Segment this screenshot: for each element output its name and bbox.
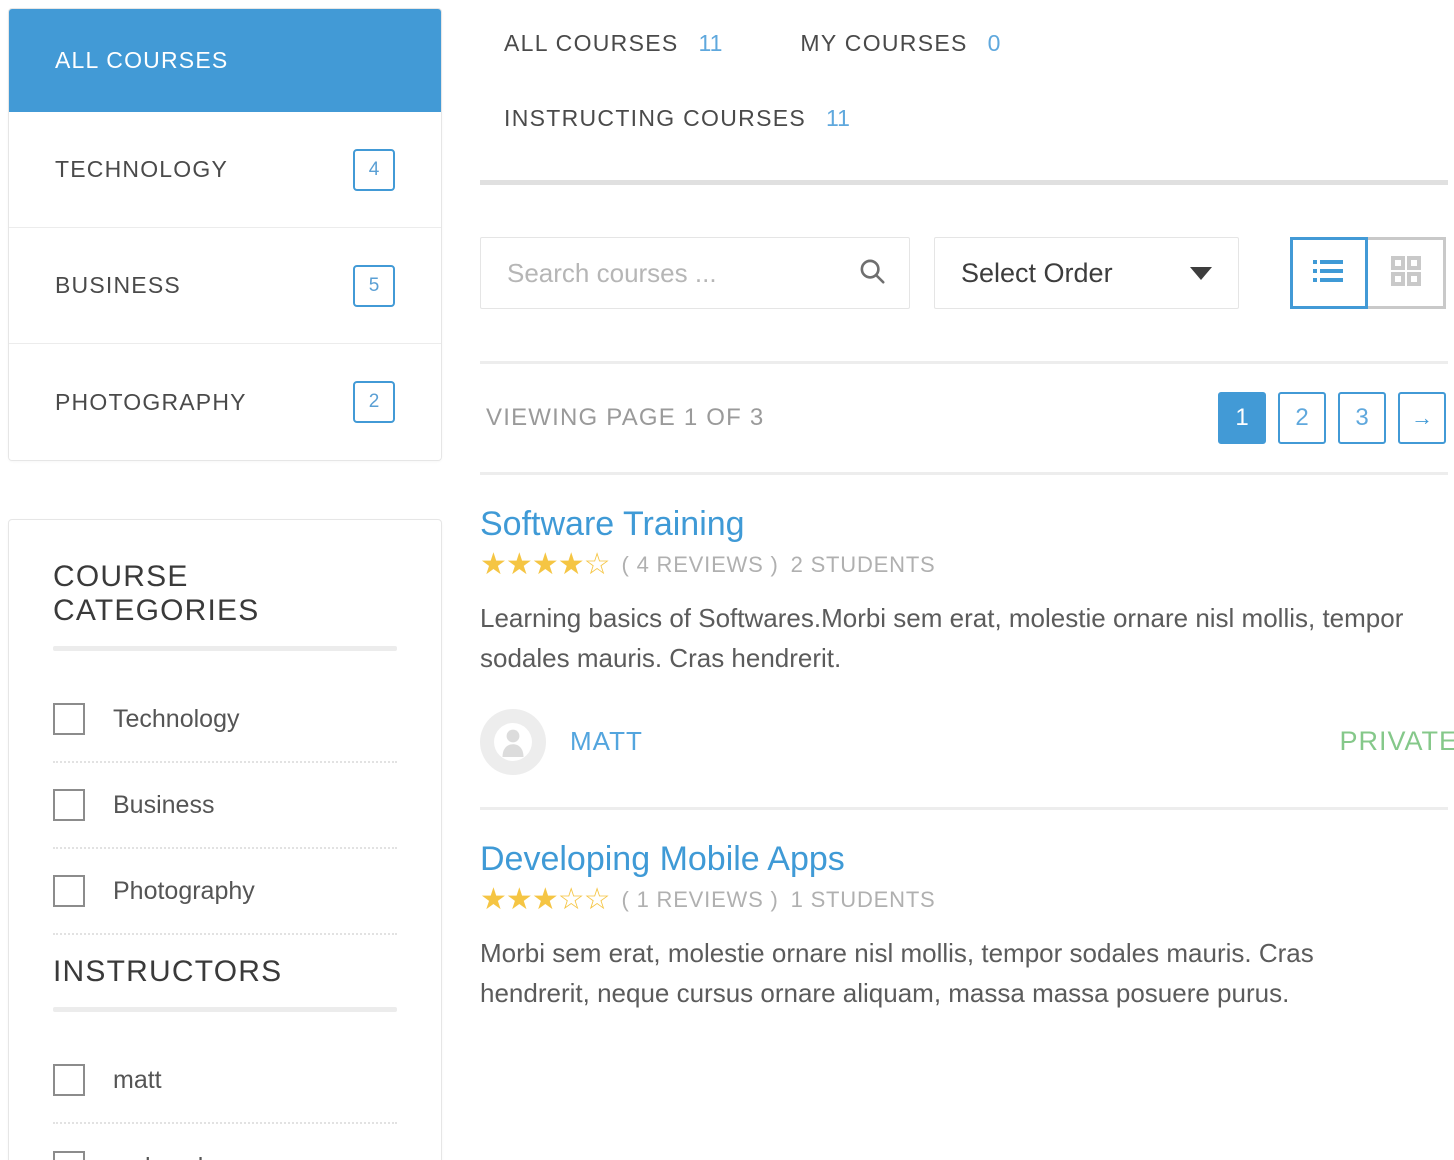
tab-my-courses[interactable]: MY COURSES 0	[800, 30, 1000, 57]
tab-row-primary: ALL COURSES 11 MY COURSES 0	[504, 30, 1454, 57]
star-empty-icon: ☆	[557, 882, 585, 916]
tab-count: 11	[826, 105, 850, 131]
order-select-value: Select Order	[961, 257, 1113, 288]
course-author-link[interactable]: MATT	[570, 726, 643, 757]
star-filled-icon: ★	[505, 548, 533, 581]
category-filter-photography[interactable]: Photography	[53, 849, 397, 935]
course-nav-card: ALL COURSES TECHNOLOGY 4 BUSINESS 5 PHOT…	[8, 8, 442, 461]
sidebar-item-all-courses[interactable]: ALL COURSES	[9, 9, 441, 112]
star-empty-icon: ☆	[583, 882, 611, 916]
sidebar-item-count: 2	[353, 381, 395, 423]
sidebar-item-label: PHOTOGRAPHY	[55, 388, 247, 415]
checkbox-icon[interactable]	[53, 1064, 85, 1096]
checkbox-icon[interactable]	[53, 1151, 85, 1160]
star-filled-icon: ★	[480, 882, 507, 916]
tab-all-courses[interactable]: ALL COURSES 11	[504, 30, 722, 57]
tab-label: MY COURSES	[800, 30, 968, 56]
instructor-filter-label: wplms_leon	[113, 1153, 245, 1160]
sidebar-item-technology[interactable]: TECHNOLOGY 4	[9, 112, 441, 228]
main-content: ALL COURSES 11 MY COURSES 0 INSTRUCTING …	[450, 0, 1454, 1160]
sidebar-item-business[interactable]: BUSINESS 5	[9, 228, 441, 344]
checkbox-icon[interactable]	[53, 703, 85, 735]
students-count: 1 STUDENTS	[790, 886, 936, 912]
status-badge: PRIVATE	[1339, 726, 1454, 757]
rating-stars: ★ ★ ★ ☆ ☆	[480, 882, 611, 916]
course-description: Morbi sem erat, molestie ornare nisl mol…	[480, 937, 1314, 1008]
sidebar: ALL COURSES TECHNOLOGY 4 BUSINESS 5 PHOT…	[0, 0, 450, 1160]
sidebar-item-label: ALL COURSES	[55, 47, 229, 73]
order-select[interactable]: Select Order	[934, 237, 1239, 309]
tab-count: 0	[987, 30, 1001, 56]
tab-row-secondary: INSTRUCTING COURSES 11	[504, 105, 1454, 132]
pager-page-3[interactable]: 3	[1338, 392, 1386, 444]
star-filled-icon: ★	[557, 548, 585, 581]
category-filter-business[interactable]: Business	[53, 763, 397, 849]
course-categories-title: COURSE CATEGORIES	[53, 560, 260, 627]
chevron-down-icon[interactable]	[1190, 266, 1212, 280]
reviews-count: ( 4 REVIEWS )	[621, 552, 779, 577]
instructor-filter-matt[interactable]: matt	[53, 1038, 397, 1124]
search-icon[interactable]	[857, 256, 887, 291]
title-divider	[53, 646, 397, 651]
title-divider	[53, 1007, 397, 1012]
search-input[interactable]	[507, 257, 857, 289]
sidebar-item-photography[interactable]: PHOTOGRAPHY 2	[9, 344, 441, 460]
tab-label: INSTRUCTING COURSES	[504, 105, 806, 131]
course-title-link[interactable]: Developing Mobile Apps	[480, 840, 845, 879]
courses-page: ALL COURSES TECHNOLOGY 4 BUSINESS 5 PHOT…	[0, 0, 1454, 1160]
list-view-button[interactable]	[1290, 237, 1368, 309]
pager-page-1[interactable]: 1	[1218, 392, 1266, 444]
tab-label: ALL COURSES	[504, 30, 679, 56]
course-meta: ★ ★ ★ ★ ☆ ( 4 REVIEWS ) 2 STUDENTS	[480, 550, 1446, 580]
checkbox-icon[interactable]	[53, 875, 85, 907]
sidebar-item-count: 4	[353, 148, 395, 191]
tab-count: 11	[698, 30, 723, 56]
students-count: 2 STUDENTS	[790, 552, 936, 577]
course-meta: ★ ★ ★ ☆ ☆ ( 1 REVIEWS ) 1 STUDENTS	[480, 882, 1446, 916]
tab-instructing-courses[interactable]: INSTRUCTING COURSES 11	[504, 105, 850, 132]
course-item: Software Training ★ ★ ★ ★ ☆ ( 4 REVIEWS …	[464, 475, 1454, 807]
grid-view-icon	[1389, 254, 1423, 293]
star-empty-icon: ☆	[583, 548, 611, 581]
pager-next-button[interactable]: →	[1398, 392, 1446, 444]
pager: 1 2 3 →	[1218, 392, 1446, 444]
pagination-row: VIEWING PAGE 1 OF 3 1 2 3 →	[464, 364, 1454, 472]
sidebar-item-label: BUSINESS	[55, 272, 181, 298]
checkbox-icon[interactable]	[53, 789, 85, 821]
category-filter-technology[interactable]: Technology	[53, 677, 397, 763]
page-info: VIEWING PAGE 1 OF 3	[486, 404, 765, 431]
sidebar-item-count: 5	[353, 264, 395, 307]
course-tabs: ALL COURSES 11 MY COURSES 0 INSTRUCTING …	[464, 0, 1454, 132]
course-author-row: MATT PRIVATE	[480, 708, 1454, 807]
category-filter-label: Photography	[113, 876, 255, 905]
view-toggle	[1290, 237, 1446, 309]
sidebar-item-label: TECHNOLOGY	[55, 156, 229, 182]
category-filter-label: Technology	[113, 704, 240, 733]
rating-stars: ★ ★ ★ ★ ☆	[480, 548, 611, 581]
filter-bar: Select Order	[464, 185, 1454, 361]
instructors-title: INSTRUCTORS	[53, 955, 283, 988]
avatar	[480, 708, 546, 775]
list-view-icon	[1312, 256, 1346, 291]
course-title-link[interactable]: Software Training	[480, 505, 745, 544]
star-filled-icon: ★	[480, 548, 507, 581]
course-description: Learning basics of Softwares.Morbi sem e…	[480, 603, 1404, 674]
reviews-count: ( 1 REVIEWS )	[621, 886, 779, 912]
grid-view-button[interactable]	[1368, 237, 1446, 309]
course-item: Developing Mobile Apps ★ ★ ★ ☆ ☆ ( 1 REV…	[464, 810, 1454, 1014]
star-filled-icon: ★	[505, 882, 533, 916]
instructor-filter-wplms-leon[interactable]: wplms_leon	[53, 1124, 397, 1160]
star-filled-icon: ★	[531, 882, 559, 916]
pager-page-2[interactable]: 2	[1278, 392, 1326, 444]
filters-widget: COURSE CATEGORIES Technology Business Ph…	[8, 519, 442, 1160]
category-filter-label: Business	[113, 790, 215, 819]
search-box[interactable]	[480, 237, 910, 309]
instructor-filter-label: matt	[113, 1065, 162, 1094]
star-filled-icon: ★	[531, 548, 559, 581]
